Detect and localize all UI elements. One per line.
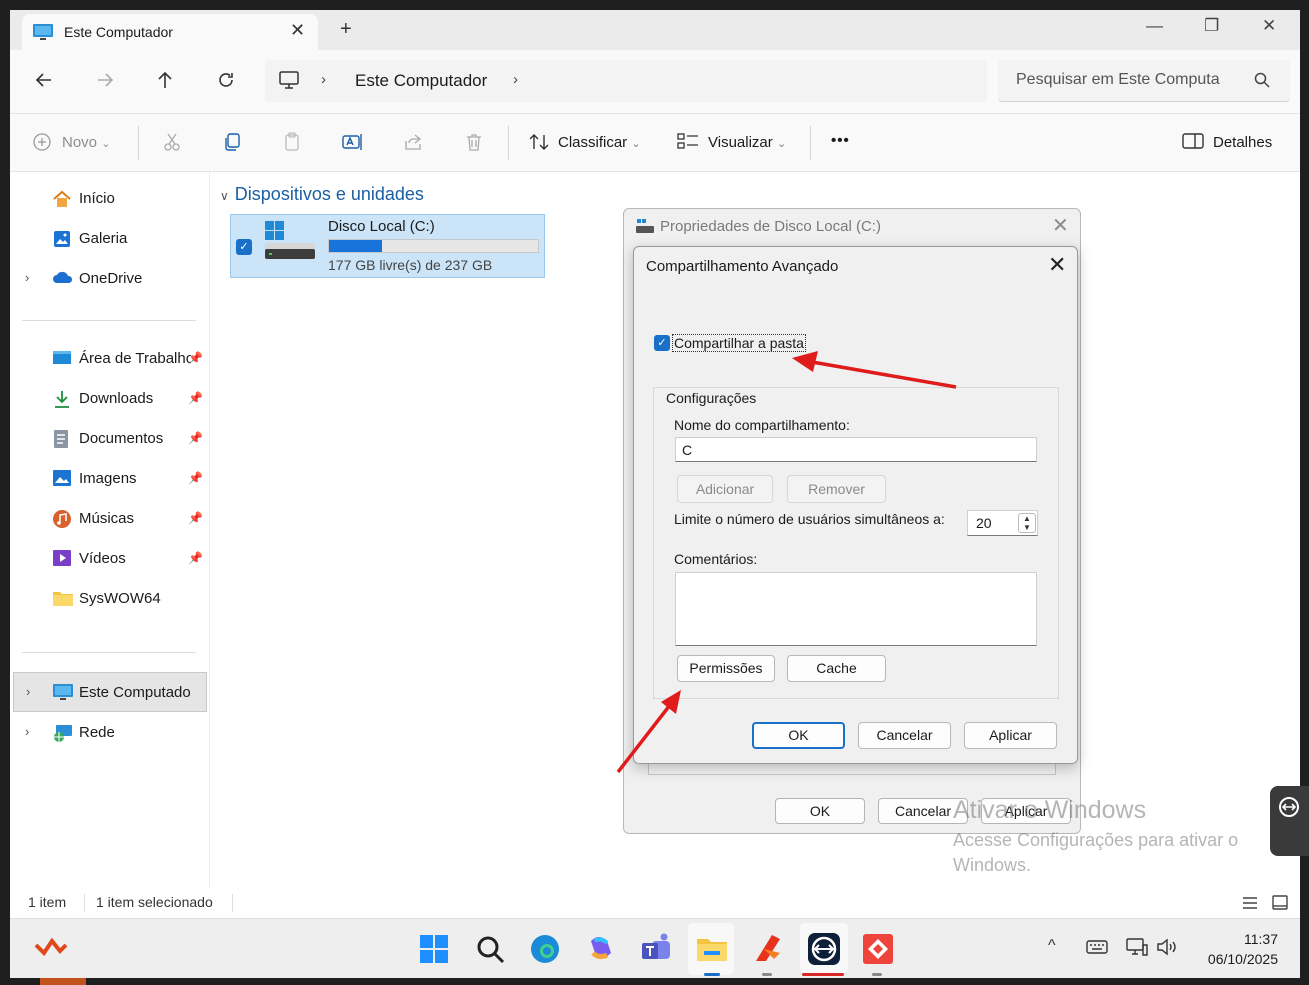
remote-session-tab[interactable]	[1270, 786, 1309, 856]
anydesk-icon[interactable]	[860, 931, 896, 967]
teams-icon[interactable]	[638, 931, 674, 967]
copilot-icon[interactable]	[583, 931, 619, 967]
anydesk-red-app-icon[interactable]	[750, 931, 786, 967]
active-app-indicator	[802, 973, 844, 976]
clock-time: 11:37	[1244, 931, 1278, 947]
network-status-icon[interactable]	[1126, 937, 1148, 957]
arrow-to-permissions	[616, 690, 681, 774]
taskbar: ^ 11:37 06/10/2025	[10, 918, 1300, 978]
running-app-indicator	[762, 973, 772, 976]
volume-icon[interactable]	[1156, 937, 1178, 957]
activation-watermark-text: Acesse Configurações para ativar o Windo…	[953, 830, 1239, 875]
search-taskbar-icon[interactable]	[472, 931, 508, 967]
activation-watermark-title: Ativar o Windows	[953, 796, 1147, 824]
tray-overflow-icon[interactable]: ^	[1048, 937, 1056, 955]
teamviewer-taskbar-icon[interactable]	[806, 931, 842, 967]
clock-date: 06/10/2025	[1207, 951, 1278, 967]
file-explorer-icon[interactable]	[694, 931, 730, 967]
edge-icon[interactable]	[527, 931, 563, 967]
running-app-indicator	[872, 973, 882, 976]
taskbar-edge-accent	[40, 978, 86, 985]
active-app-indicator	[704, 973, 720, 976]
arrow-to-checkbox	[792, 351, 957, 389]
start-icon[interactable]	[416, 931, 452, 967]
widgets-icon[interactable]	[34, 937, 68, 959]
teamviewer-icon	[1278, 796, 1300, 818]
clock[interactable]: 11:37 06/10/2025	[1184, 929, 1278, 969]
keyboard-icon[interactable]	[1086, 939, 1108, 955]
